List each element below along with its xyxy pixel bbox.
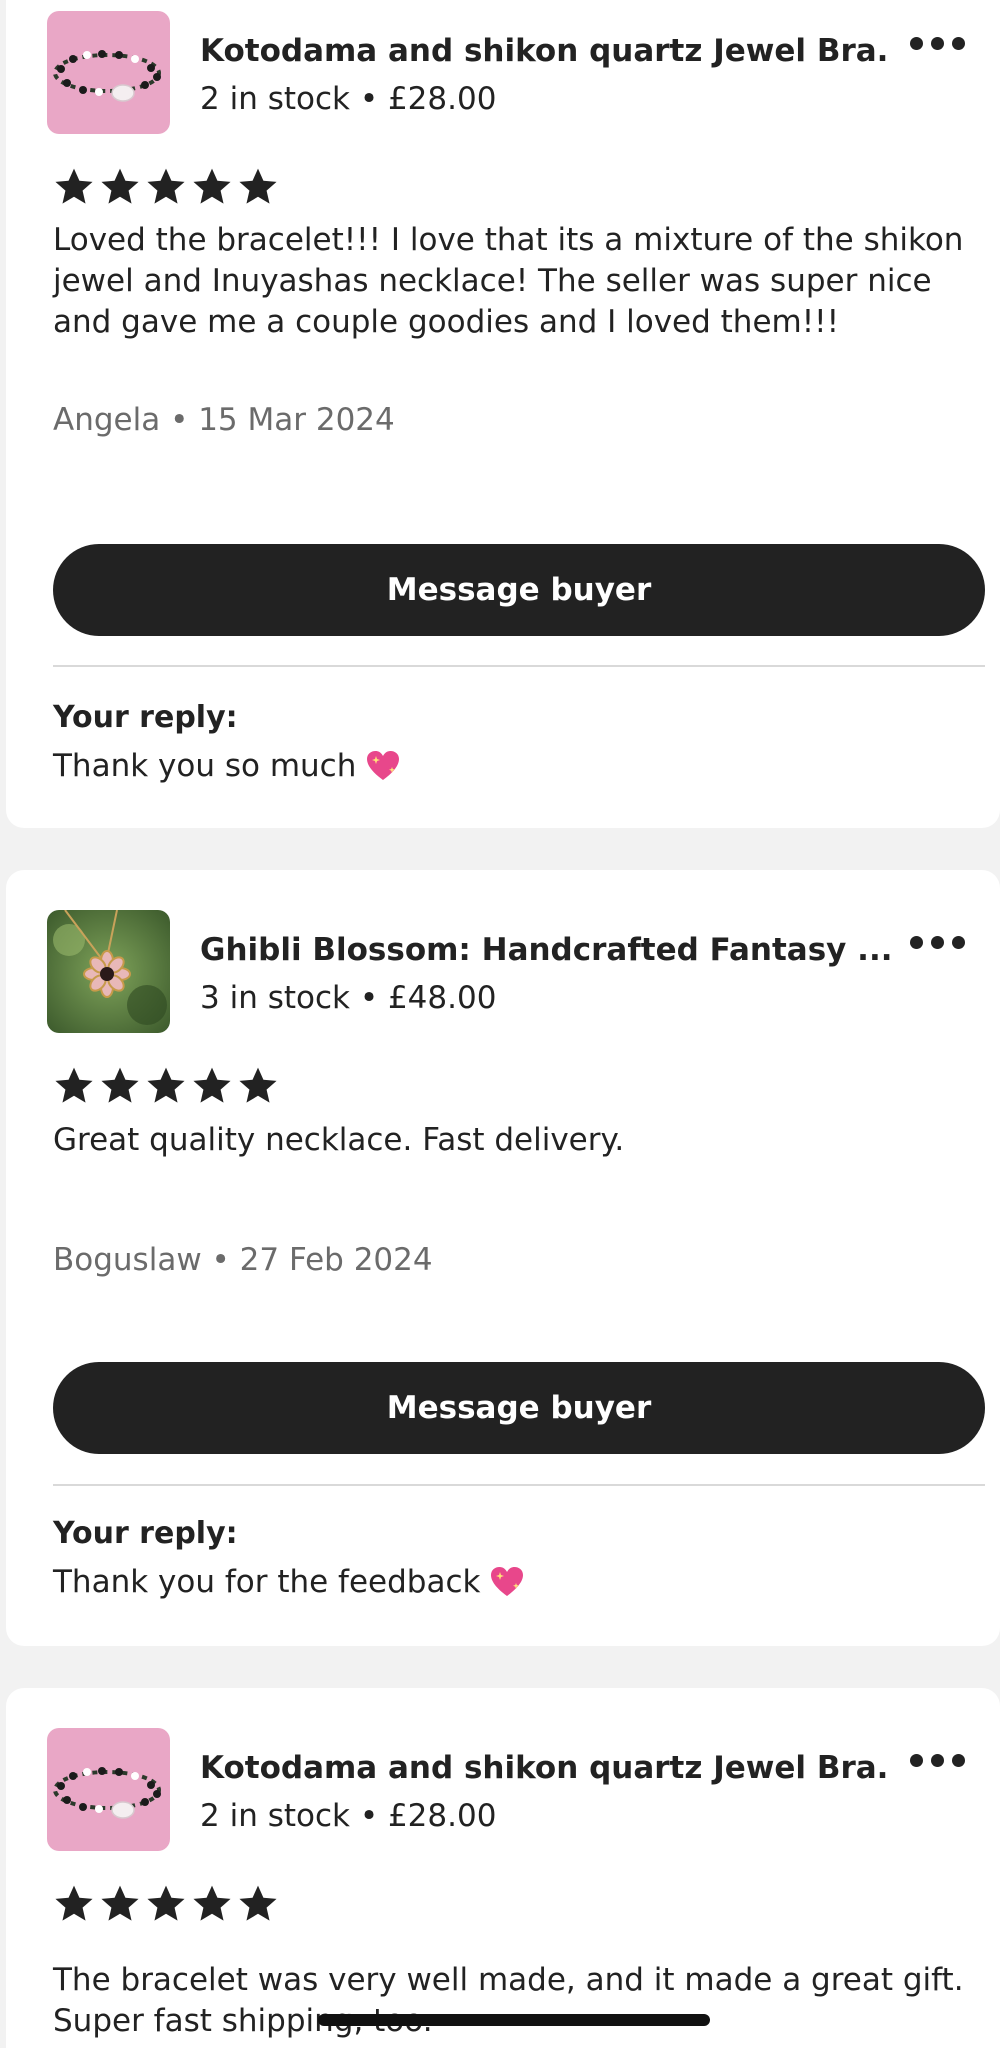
star-icon xyxy=(193,1885,231,1921)
star-icon xyxy=(101,1067,139,1103)
review-card: Ghibli Blossom: Handcrafted Fantasy ... … xyxy=(6,870,1000,1646)
star-rating xyxy=(53,1065,279,1107)
ellipsis-dot xyxy=(909,1753,923,1767)
reply-text: Thank you for the feedback xyxy=(53,1564,481,1600)
reply-text-row: Thank you so much xyxy=(53,748,400,784)
reply-text-row: Thank you for the feedback xyxy=(53,1564,524,1600)
star-icon xyxy=(55,1885,93,1921)
more-options-button[interactable] xyxy=(902,25,972,61)
ellipsis-dot xyxy=(909,36,923,50)
star-icon xyxy=(55,1067,93,1103)
divider xyxy=(53,1484,985,1486)
reviews-page: Kotodama and shikon quartz Jewel Bra... … xyxy=(0,0,1000,2048)
sparkling-heart-icon xyxy=(491,1567,524,1596)
ellipsis-dot xyxy=(930,935,944,949)
review-text: The bracelet was very well made, and it … xyxy=(53,1962,964,2039)
product-row[interactable]: Ghibli Blossom: Handcrafted Fantasy ... … xyxy=(47,910,987,1034)
star-icon xyxy=(239,168,277,204)
more-options-button[interactable] xyxy=(902,924,972,960)
ellipsis-dot xyxy=(930,1753,944,1767)
product-row[interactable]: Kotodama and shikon quartz Jewel Bra... … xyxy=(47,11,987,135)
product-stock-price: 2 in stock • £28.00 xyxy=(200,81,497,117)
star-icon xyxy=(239,1067,277,1103)
product-stock-price: 3 in stock • £48.00 xyxy=(200,980,497,1016)
ellipsis-dot xyxy=(909,935,923,949)
review-author-date: Boguslaw • 27 Feb 2024 xyxy=(53,1242,433,1278)
flower-necklace-thumbnail[interactable] xyxy=(47,910,170,1033)
message-buyer-button[interactable]: Message buyer xyxy=(53,544,985,636)
star-icon xyxy=(147,168,185,204)
star-rating xyxy=(53,166,279,208)
review-text: Great quality necklace. Fast delivery. xyxy=(53,1122,625,1158)
message-buyer-button[interactable]: Message buyer xyxy=(53,1362,985,1454)
product-stock-price: 2 in stock • £28.00 xyxy=(200,1798,497,1834)
ellipsis-dot xyxy=(951,36,965,50)
reply-label: Your reply: xyxy=(53,1516,238,1551)
product-row[interactable]: Kotodama and shikon quartz Jewel Bra... … xyxy=(47,1728,987,1852)
product-title[interactable]: Kotodama and shikon quartz Jewel Bra... xyxy=(200,1750,890,1786)
star-icon xyxy=(55,168,93,204)
bracelet-thumbnail[interactable] xyxy=(47,1728,170,1851)
star-icon xyxy=(193,1067,231,1103)
bracelet-thumbnail[interactable] xyxy=(47,11,170,134)
star-icon xyxy=(147,1067,185,1103)
star-icon xyxy=(101,1885,139,1921)
star-icon xyxy=(193,168,231,204)
product-title[interactable]: Kotodama and shikon quartz Jewel Bra... xyxy=(200,33,890,69)
ellipsis-dot xyxy=(951,935,965,949)
star-icon xyxy=(239,1885,277,1921)
review-card: Kotodama and shikon quartz Jewel Bra... … xyxy=(6,0,1000,828)
star-icon xyxy=(147,1885,185,1921)
home-indicator[interactable] xyxy=(318,2014,710,2026)
sparkling-heart-icon xyxy=(367,751,400,780)
reply-label: Your reply: xyxy=(53,700,238,735)
star-icon xyxy=(101,168,139,204)
product-title[interactable]: Ghibli Blossom: Handcrafted Fantasy ... xyxy=(200,932,890,968)
review-card: Kotodama and shikon quartz Jewel Bra... … xyxy=(6,1688,1000,2048)
review-author-date: Angela • 15 Mar 2024 xyxy=(53,402,395,438)
reply-text: Thank you so much xyxy=(53,748,357,784)
review-text: Loved the bracelet!!! I love that its a … xyxy=(53,222,964,340)
star-rating xyxy=(53,1883,279,1925)
more-options-button[interactable] xyxy=(902,1742,972,1778)
ellipsis-dot xyxy=(930,36,944,50)
ellipsis-dot xyxy=(951,1753,965,1767)
divider xyxy=(53,665,985,667)
